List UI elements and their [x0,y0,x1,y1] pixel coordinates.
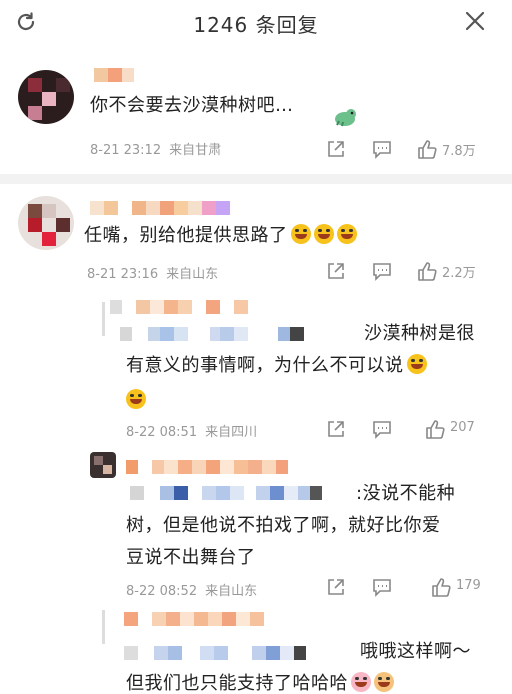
close-icon[interactable] [464,10,486,32]
reply-item: 沙漠种树是很 有意义的事情啊，为什么不可以说 8-22 08:51 来自四川 20… [0,294,512,448]
comment-icon [373,579,391,597]
laughing-crying-emoji-icon [313,224,334,244]
laughing-crying-emoji-icon [290,224,311,244]
username-blurred[interactable] [126,460,288,474]
comment-item: 任嘴，别给他提供思路了 8-21 23:16 来自山东 2.2万 [0,184,512,294]
comment-text: 你不会要去沙漠种树吧… [90,95,294,116]
username-blurred[interactable] [90,201,230,215]
laughing-crying-emoji-icon [336,224,357,244]
comment-time: 8-21 23:16 [87,267,159,282]
username-blurred[interactable] [110,300,248,314]
reply-item: :没说不能种 树，但是他说不拍戏了啊，就好比你爱 豆说不出舞台了 8-22 08… [0,450,512,600]
reply-text-line2: 有意义的事情啊，为什么不可以说 [126,355,404,376]
comment-icon [373,421,391,439]
reply-indent-line [102,302,105,336]
thumbs-up-icon [432,578,451,597]
reply-text-line2-wrap: 但我们也只能支持了哈哈哈 [126,668,394,694]
reply-text-line1: 沙漠种树是很 [364,323,475,344]
avatar[interactable] [18,196,74,250]
like-count: 7.8万 [442,144,476,159]
mention-blurred[interactable] [130,486,322,500]
mention-blurred[interactable] [120,327,304,341]
mention-blurred[interactable] [124,646,306,660]
reply-time: 8-22 08:52 [126,584,198,599]
reply-text-line1: :没说不能种 [356,483,456,504]
like-count: 207 [450,420,475,435]
dinosaur-sticker-icon [335,109,356,127]
comment-text: 任嘴，别给他提供思路了 [84,225,288,246]
laughing-crying-emoji-icon [126,389,146,409]
comment-meta: 8-21 23:16 来自山东 [87,263,218,282]
comment-text-wrap: 任嘴，别给他提供思路了 [84,220,357,252]
avatar[interactable] [18,70,74,124]
comment-location: 来自甘肃 [169,143,222,158]
reply-location: 来自四川 [205,425,258,440]
reply-location: 来自山东 [205,584,258,599]
thumbs-up-icon [426,420,445,439]
comment-time: 8-21 23:12 [90,143,162,158]
page-title: 1246 条回复 [193,13,319,37]
comment-location: 来自山东 [166,267,219,282]
reply-actions: 207 [312,418,512,440]
reply-text-line2: 树，但是他说不拍戏了啊，就好比你爱 [126,515,441,536]
reply-indent-line [102,610,105,644]
reply-text-line2-wrap: 有意义的事情啊，为什么不可以说 [126,350,427,382]
reply-text-line3: 豆说不出舞台了 [126,547,256,568]
comment-actions: 7.8万 [312,138,512,160]
reply-time: 8-22 08:51 [126,425,198,440]
username-blurred[interactable] [94,68,134,82]
like-count: 2.2万 [442,266,476,281]
comment-icon [373,141,391,159]
header-bar: 1246 条回复 [0,0,512,46]
share-icon [328,579,344,595]
like-count: 179 [456,578,481,593]
comment-icon [373,263,391,281]
comment-item: 你不会要去沙漠种树吧… 8-21 23:12 来自甘肃 7.8万 [0,56,512,174]
thumbs-up-icon [418,140,437,159]
share-icon [328,263,344,279]
laughing-crying-emoji-icon [406,354,427,374]
reply-item: 哦哦这样啊～ 但我们也只能支持了哈哈哈 [0,602,512,694]
comment-meta: 8-21 23:12 来自甘肃 [90,139,221,158]
comment-actions: 2.2万 [312,260,512,282]
reply-meta: 8-22 08:51 来自四川 [126,421,257,440]
reply-actions: 179 [312,576,512,598]
avatar[interactable] [90,452,116,478]
separator [0,174,512,184]
thumbs-up-icon [418,262,437,281]
username-blurred[interactable] [124,612,264,626]
reply-text-line2: 但我们也只能支持了哈哈哈 [126,673,348,694]
blushing-emoji-icon [351,672,371,692]
share-icon [328,141,344,157]
reply-meta: 8-22 08:52 来自山东 [126,580,257,599]
reply-text-line1: 哦哦这样啊～ [360,641,471,662]
dog-sticker-icon [374,672,394,692]
share-icon [328,421,344,437]
